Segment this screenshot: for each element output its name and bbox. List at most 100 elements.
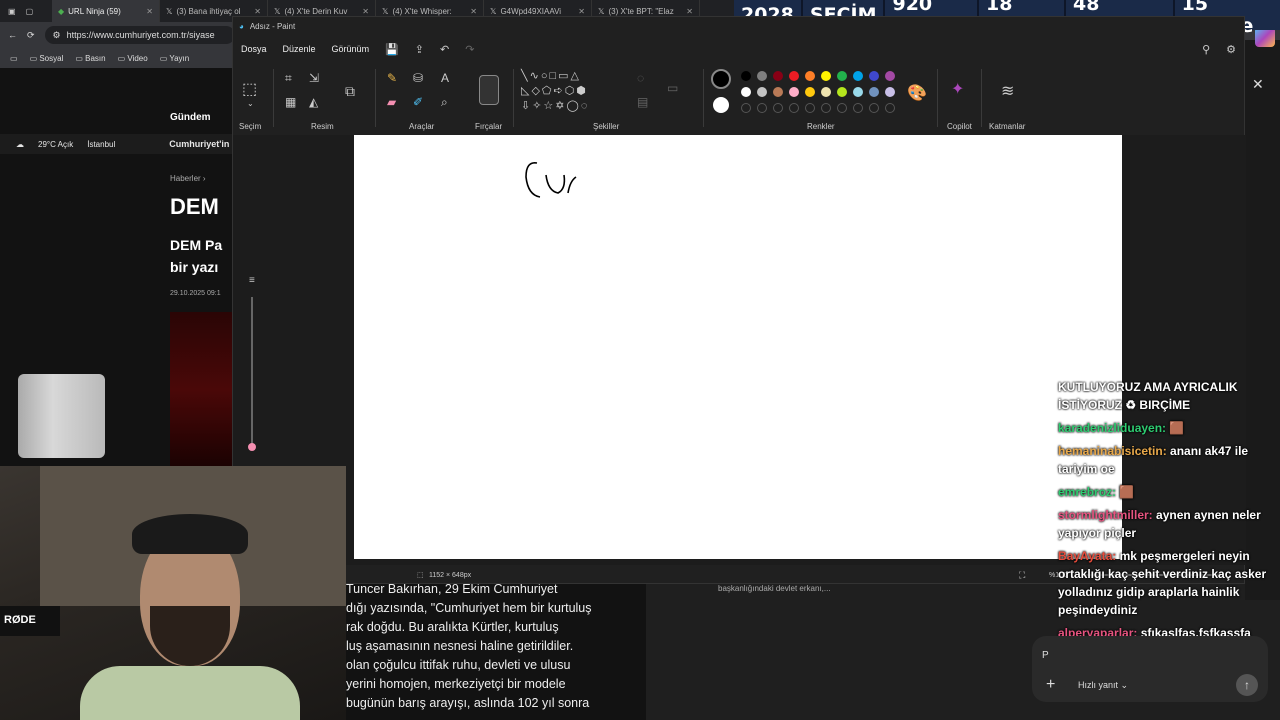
color-swatch[interactable]	[741, 87, 751, 97]
close-tab-icon[interactable]: ✕	[146, 7, 153, 16]
browser-tab[interactable]: ◆ URL Ninja (59) ✕	[52, 0, 160, 22]
color-wheel-icon[interactable]: 🎨	[907, 83, 927, 103]
layers-icon[interactable]: ≋	[1001, 81, 1014, 101]
brush-icon[interactable]	[479, 75, 499, 105]
close-icon[interactable]: ✕	[1252, 76, 1264, 93]
shape-outline-icon[interactable]: ◌	[637, 71, 644, 85]
primary-color-swatch[interactable]	[711, 69, 731, 89]
custom-color-slot[interactable]	[885, 103, 895, 113]
color-swatch[interactable]	[885, 71, 895, 81]
close-tab-icon[interactable]: ✕	[470, 7, 477, 16]
rotate-icon[interactable]: ◭	[309, 95, 318, 109]
close-tab-icon[interactable]: ✕	[362, 7, 369, 16]
canvas-size-icon: ⬚	[417, 572, 424, 579]
x-logo-icon: 𝕏	[598, 6, 605, 16]
color-swatch[interactable]	[773, 71, 783, 81]
canvas-size-text: 1152 × 648px	[429, 571, 472, 579]
tab-label: (3) X'te BPT: "Elaz	[608, 6, 674, 16]
article-line: luş aşamasının nesnesi haline getirildil…	[346, 639, 574, 653]
fit-to-window-icon[interactable]: ⛶	[1019, 570, 1025, 581]
custom-color-slot[interactable]	[757, 103, 767, 113]
site-nav-item[interactable]: Gündem	[170, 112, 211, 123]
color-swatch[interactable]	[789, 87, 799, 97]
tab-favicon-icon: ◆	[58, 6, 65, 16]
color-swatch[interactable]	[869, 87, 879, 97]
custom-color-slot[interactable]	[741, 103, 751, 113]
custom-color-slot[interactable]	[821, 103, 831, 113]
tab-actions-icon[interactable]: ▢	[26, 7, 34, 16]
copilot-icon[interactable]: ✦	[951, 79, 964, 99]
custom-color-slot[interactable]	[837, 103, 847, 113]
bookmark-folder[interactable]: ▭ Basın	[75, 54, 105, 63]
close-tab-icon[interactable]: ✕	[578, 7, 585, 16]
redo-icon[interactable]: ↷	[465, 43, 474, 56]
bookmark-folder[interactable]: ▭ Sosyal	[30, 54, 64, 63]
color-swatch[interactable]	[757, 71, 767, 81]
color-swatch[interactable]	[837, 71, 847, 81]
quick-reply-dropdown[interactable]: Hızlı yanıt ⌄	[1078, 680, 1128, 691]
breadcrumb[interactable]: Haberler ›	[170, 174, 206, 183]
color-swatch[interactable]	[853, 71, 863, 81]
group-label-colors: Renkler	[807, 122, 835, 131]
slider-thumb[interactable]	[248, 443, 256, 451]
color-swatch[interactable]	[885, 87, 895, 97]
menu-view[interactable]: Görünüm	[332, 44, 370, 54]
share-icon[interactable]: ⇪	[415, 43, 424, 56]
custom-color-slot[interactable]	[789, 103, 799, 113]
menu-file[interactable]: Dosya	[241, 44, 267, 54]
menu-edit[interactable]: Düzenle	[283, 44, 316, 54]
address-bar[interactable]: ⚙ https://www.cumhuriyet.com.tr/siyase	[44, 26, 235, 44]
image-group: ⌗ ⇲ ▦ ◭ ⧉ Resim	[277, 63, 369, 133]
save-icon[interactable]: 💾	[385, 43, 399, 56]
account-icon[interactable]: ⚲	[1202, 43, 1210, 56]
color-swatch[interactable]	[837, 87, 847, 97]
back-icon[interactable]: ←	[8, 30, 17, 40]
color-swatch[interactable]	[821, 87, 831, 97]
shape-style-icon[interactable]: ▤	[637, 95, 648, 109]
color-swatch[interactable]	[853, 87, 863, 97]
custom-color-slot[interactable]	[869, 103, 879, 113]
custom-color-slot[interactable]	[773, 103, 783, 113]
apps-icon[interactable]: ▭	[10, 54, 18, 63]
article-line: yerini homojen, merkeziyetçi bir modele	[346, 677, 566, 691]
custom-color-slot[interactable]	[805, 103, 815, 113]
color-swatch[interactable]	[741, 71, 751, 81]
eraser-icon[interactable]: ▰	[387, 95, 396, 109]
article-line: olan çoğulcu ittifak ruhu, devleti ve ul…	[346, 658, 571, 672]
reload-icon[interactable]: ⟳	[27, 30, 35, 41]
shape-fill-icon[interactable]: ▭	[667, 81, 678, 95]
image-select-icon[interactable]: ⧉	[345, 83, 355, 100]
color-swatch[interactable]	[869, 71, 879, 81]
color-swatch[interactable]	[821, 71, 831, 81]
close-tab-icon[interactable]: ✕	[254, 7, 261, 16]
fill-icon[interactable]: ⛁	[413, 71, 423, 85]
bookmark-folder[interactable]: ▭ Yayın	[160, 54, 190, 63]
settings-icon[interactable]: ⚙	[1226, 43, 1236, 56]
resize-icon[interactable]: ⇲	[309, 71, 319, 85]
text-icon[interactable]: A	[441, 71, 449, 85]
undo-icon[interactable]: ↶	[440, 43, 449, 56]
custom-color-slot[interactable]	[853, 103, 863, 113]
site-info-icon[interactable]: ⚙	[53, 30, 61, 41]
secondary-color-swatch[interactable]	[713, 97, 729, 113]
crop-icon[interactable]: ⌗	[285, 71, 292, 86]
color-swatch[interactable]	[757, 87, 767, 97]
close-tab-icon[interactable]: ✕	[686, 7, 693, 16]
add-icon[interactable]: +	[1046, 676, 1055, 694]
color-swatch[interactable]	[805, 87, 815, 97]
color-swatch[interactable]	[789, 71, 799, 81]
send-button[interactable]: ↑	[1236, 674, 1258, 696]
color-swatch[interactable]	[805, 71, 815, 81]
select-rectangle-icon[interactable]: ⬚	[242, 79, 257, 99]
bookmark-folder[interactable]: ▭ Video	[118, 54, 148, 63]
shapes-gallery[interactable]: ╲∿○□▭△ ◺◇⬠➪⬡⬢ ⇩✧☆✡◯◌	[521, 69, 625, 114]
color-swatch[interactable]	[773, 87, 783, 97]
chevron-down-icon[interactable]: ⌄	[247, 99, 254, 108]
color-picker-icon[interactable]: ✐	[413, 95, 423, 109]
pencil-icon[interactable]: ✎	[387, 71, 397, 85]
drawing-canvas[interactable]	[354, 135, 1122, 559]
workspaces-icon[interactable]: ▣	[8, 7, 16, 16]
image-effects-icon[interactable]: ▦	[285, 95, 296, 109]
weather-icon: ☁	[16, 139, 24, 149]
magnifier-icon[interactable]: ⌕	[441, 95, 448, 110]
